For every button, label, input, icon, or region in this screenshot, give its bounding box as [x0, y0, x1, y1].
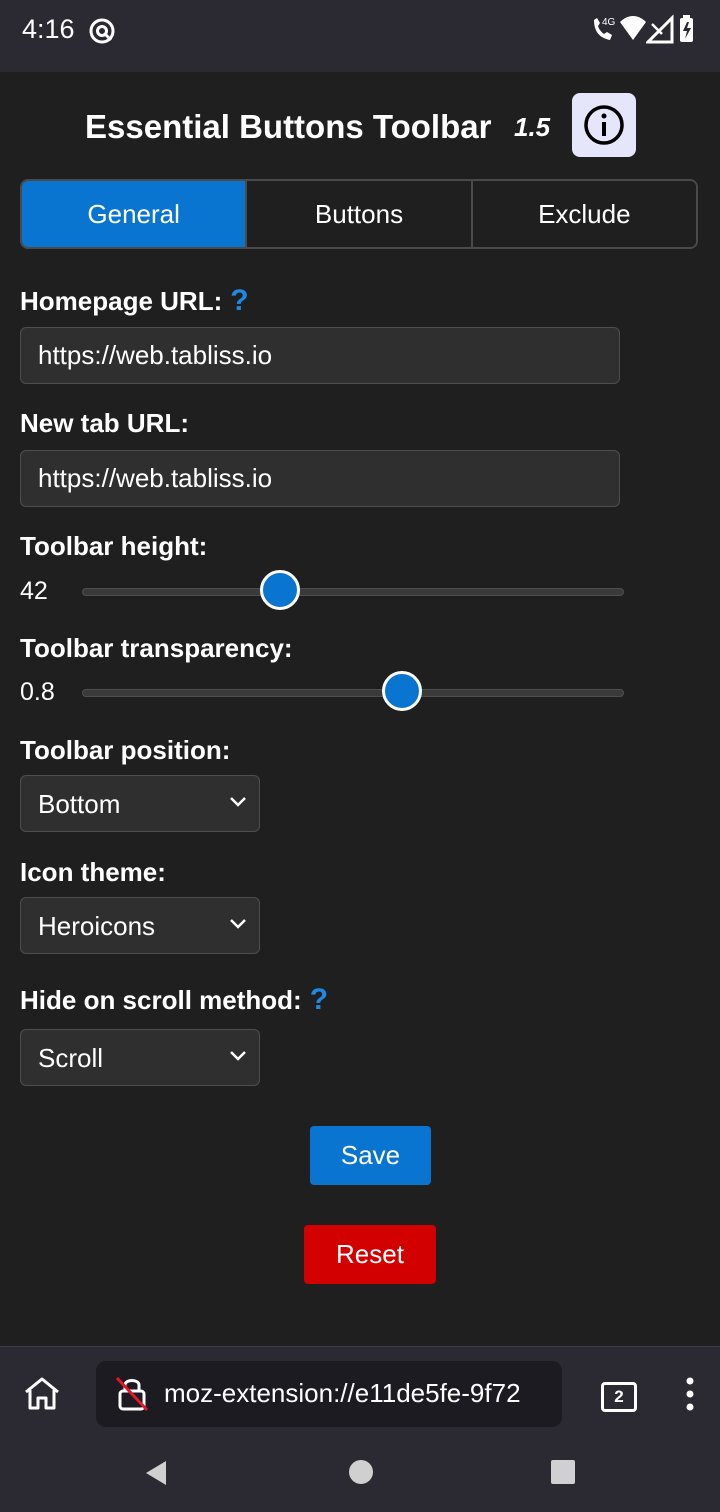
page-header: Essential Buttons Toolbar 1.5: [0, 92, 720, 158]
toolbar-height-slider-thumb[interactable]: [260, 570, 301, 610]
toolbar-position-selected: Bottom: [38, 789, 121, 819]
wifi-icon: [620, 16, 646, 40]
save-button[interactable]: Save: [310, 1126, 431, 1185]
icon-theme-label: Icon theme:: [20, 857, 166, 887]
hide-on-scroll-select[interactable]: Scroll: [20, 1029, 260, 1086]
version-label: 1.5: [514, 112, 551, 142]
toolbar-position-select[interactable]: Bottom: [20, 775, 260, 832]
notification-app-icon: [88, 17, 116, 50]
options-page: Essential Buttons Toolbar 1.5 General Bu…: [0, 72, 720, 1346]
network-type-label: 4G: [602, 17, 616, 28]
chevron-down-icon: [230, 919, 246, 929]
reset-button[interactable]: Reset: [304, 1225, 436, 1284]
status-time: 4:16: [22, 14, 75, 44]
chevron-down-icon: [230, 1051, 246, 1061]
system-nav-bar: [0, 1440, 720, 1512]
home-nav-icon[interactable]: [347, 1458, 375, 1486]
status-icons: 4G: [590, 14, 700, 50]
page-title: Essential Buttons Toolbar: [85, 108, 492, 145]
homepage-url-help-icon[interactable]: ?: [230, 284, 248, 318]
toolbar-transparency-slider[interactable]: [82, 671, 624, 711]
tab-buttons[interactable]: Buttons: [247, 181, 473, 247]
homepage-url-label-text: Homepage URL:: [20, 286, 223, 316]
overflow-menu-icon[interactable]: [686, 1377, 694, 1411]
toolbar-transparency-value: 0.8: [20, 678, 55, 706]
back-icon[interactable]: [142, 1458, 170, 1488]
insecure-lock-icon[interactable]: [114, 1375, 150, 1413]
homepage-url-input[interactable]: [20, 327, 620, 384]
hide-on-scroll-label-text: Hide on scroll method:: [20, 985, 302, 1015]
tab-exclude[interactable]: Exclude: [472, 181, 696, 247]
wifi-calling-icon: 4G: [594, 17, 616, 40]
icon-theme-select[interactable]: Heroicons: [20, 897, 260, 954]
hide-on-scroll-help-icon[interactable]: ?: [310, 983, 328, 1017]
icon-theme-selected: Heroicons: [38, 911, 156, 941]
battery-icon: [680, 15, 693, 42]
tab-bar: General Buttons Exclude: [20, 179, 698, 249]
homepage-url-label: Homepage URL:?: [20, 284, 249, 318]
toolbar-transparency-label: Toolbar transparency:: [20, 633, 293, 663]
tab-counter-button[interactable]: 2: [601, 1382, 637, 1412]
hide-on-scroll-selected: Scroll: [38, 1043, 104, 1073]
tab-general[interactable]: General: [22, 181, 248, 247]
info-button[interactable]: [572, 93, 636, 157]
hide-on-scroll-label: Hide on scroll method:?: [20, 983, 328, 1017]
toolbar-height-label: Toolbar height:: [20, 531, 208, 561]
browser-toolbar: moz-extension://e11de5fe-9f72 2: [0, 1346, 720, 1440]
address-bar[interactable]: moz-extension://e11de5fe-9f72: [96, 1361, 562, 1427]
new-tab-url-input[interactable]: [20, 450, 620, 507]
new-tab-url-label: New tab URL:: [20, 408, 189, 438]
signal-icon: [646, 14, 674, 44]
chevron-down-icon: [230, 797, 246, 807]
toolbar-position-label: Toolbar position:: [20, 735, 231, 765]
toolbar-height-value: 42: [20, 577, 48, 605]
url-fade: [522, 1361, 562, 1427]
info-icon: [584, 105, 624, 145]
recents-icon[interactable]: [549, 1458, 577, 1486]
toolbar-transparency-slider-thumb[interactable]: [381, 671, 422, 711]
status-bar: 4:16 4G: [0, 0, 720, 72]
toolbar-height-slider[interactable]: [82, 570, 624, 610]
url-text: moz-extension://e11de5fe-9f72: [164, 1378, 521, 1408]
home-icon[interactable]: [22, 1374, 62, 1414]
